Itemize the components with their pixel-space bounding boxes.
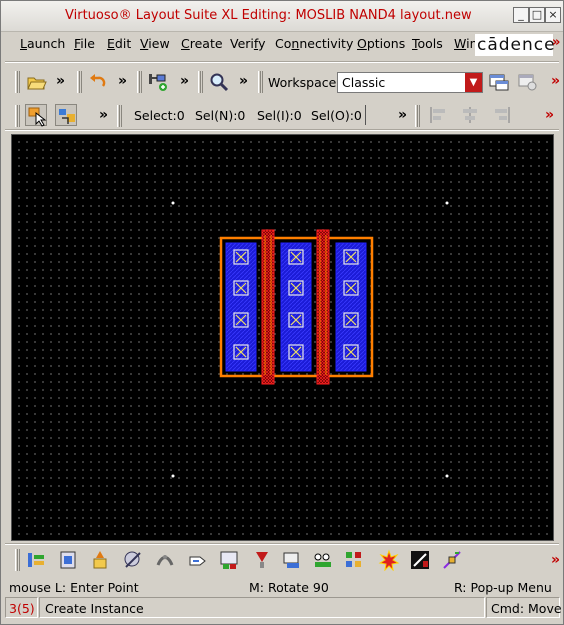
toolbar-grip[interactable]	[15, 71, 20, 93]
create-pin-icon[interactable]	[147, 71, 169, 93]
toolbar-grip[interactable]	[117, 105, 122, 127]
marker-dot	[171, 474, 175, 478]
menu-launch[interactable]: Launch	[20, 36, 65, 51]
menu-view[interactable]: View	[140, 36, 170, 51]
toolbar-grip[interactable]	[15, 105, 20, 127]
toolbar-grip[interactable]	[258, 71, 263, 93]
marker-dot	[171, 201, 175, 205]
mouse-middle-hint: M: Rotate 90	[249, 580, 329, 595]
create-label-icon[interactable]	[187, 549, 209, 571]
toolbar-grip[interactable]	[198, 71, 203, 93]
toolbar-overflow-icon[interactable]: »	[180, 73, 189, 89]
select-filter-icon[interactable]	[55, 104, 77, 126]
workspace-label: Workspace:	[268, 75, 341, 90]
toolbar-grip[interactable]	[15, 549, 20, 571]
mouse-status-bar: mouse L: Enter Point M: Rotate 90 R: Pop…	[5, 578, 559, 596]
current-command: Create Instance	[45, 601, 144, 616]
sel-o-count: Sel(O):0	[311, 108, 362, 123]
create-via-icon[interactable]	[57, 549, 79, 571]
create-polygon-icon[interactable]	[251, 549, 273, 571]
poly-gate[interactable]	[261, 229, 275, 385]
create-path-icon[interactable]	[122, 549, 144, 571]
workspace-save-icon[interactable]	[488, 71, 510, 93]
history-count: 3(5)	[9, 601, 35, 616]
command-status-bar: 3(5) Create Instance Cmd: Move	[1, 597, 563, 619]
toolbar-overflow-icon[interactable]: »	[551, 73, 560, 89]
separator	[365, 105, 366, 125]
cmd-cell: Cmd: Move	[486, 597, 562, 618]
workspace-value: Classic	[342, 75, 386, 90]
sel-n-count: Sel(N):0	[195, 108, 246, 123]
toolbar-grip[interactable]	[137, 71, 142, 93]
menu-verify[interactable]: Verify	[230, 36, 265, 51]
select-count: Select:0	[134, 108, 185, 123]
undo-icon[interactable]	[87, 71, 109, 93]
chevron-down-icon[interactable]: ▼	[465, 73, 482, 92]
menu-overflow-chevron-icon[interactable]: »	[552, 35, 560, 50]
mark-error-icon[interactable]	[378, 549, 400, 572]
menu-connectivity[interactable]: Connectivity	[275, 36, 353, 51]
cmd-status: Cmd: Move	[491, 601, 562, 616]
select-pointer-icon[interactable]	[25, 104, 47, 127]
toolbar-grip[interactable]	[77, 71, 82, 93]
magnifier-icon[interactable]	[208, 71, 230, 93]
window-title: Virtuoso® Layout Suite XL Editing: MOSLI…	[65, 8, 472, 23]
marker-dot	[445, 474, 449, 478]
probe-icon[interactable]	[441, 549, 463, 571]
command-cell: Create Instance	[39, 597, 485, 618]
title-bar[interactable]: Virtuoso® Layout Suite XL Editing: MOSLI…	[1, 1, 563, 32]
toolbar-overflow-icon[interactable]: »	[239, 73, 248, 89]
menu-options[interactable]: Options	[357, 36, 405, 51]
menu-file[interactable]: File	[74, 36, 95, 51]
create-instance-icon[interactable]	[25, 549, 47, 571]
marker-dot	[445, 201, 449, 205]
menu-create[interactable]: Create	[181, 36, 223, 51]
toolbar-overflow-icon[interactable]: »	[545, 107, 554, 123]
create-pin-icon[interactable]	[89, 549, 111, 571]
separator	[5, 61, 559, 63]
toolbar-overflow-icon[interactable]: »	[118, 73, 127, 89]
create-wire-icon[interactable]	[154, 549, 176, 571]
create-rectangle-icon[interactable]	[218, 549, 240, 571]
close-button[interactable]: ×	[545, 7, 561, 23]
menu-window[interactable]: Win	[454, 36, 478, 51]
workspace-select[interactable]: Classic ▼	[337, 72, 483, 93]
create-contact-icon[interactable]	[343, 549, 365, 571]
menu-edit[interactable]: Edit	[107, 36, 131, 51]
virtuoso-window: Virtuoso® Layout Suite XL Editing: MOSLI…	[0, 0, 564, 625]
toolbar-overflow-icon[interactable]: »	[398, 107, 407, 123]
mouse-right-hint: R: Pop-up Menu	[454, 580, 552, 595]
mouse-left-hint: mouse L: Enter Point	[9, 580, 139, 595]
separator	[5, 543, 559, 545]
create-guard-ring-icon[interactable]	[312, 549, 334, 571]
layout-canvas[interactable]	[11, 134, 554, 541]
toolbar-overflow-icon[interactable]: »	[99, 107, 108, 123]
toolbar-grip[interactable]	[415, 105, 420, 127]
create-ruler-icon[interactable]	[281, 549, 303, 571]
cadence-logo: cādence	[475, 34, 556, 56]
poly-gate[interactable]	[316, 229, 330, 385]
history-count-cell: 3(5)	[5, 597, 38, 618]
align-center-icon[interactable]	[459, 104, 481, 126]
folder-open-icon[interactable]	[25, 71, 47, 93]
toolbar-overflow-icon[interactable]: »	[551, 552, 560, 568]
minimize-button[interactable]: _	[513, 7, 529, 23]
align-right-icon[interactable]	[491, 104, 513, 126]
menu-tools[interactable]: Tools	[412, 36, 443, 51]
separator	[5, 129, 559, 131]
toolbar-overflow-icon[interactable]: »	[56, 73, 65, 89]
layout-drawing	[171, 201, 449, 478]
maximize-button[interactable]: □	[529, 7, 545, 23]
layout-markers-icon[interactable]	[409, 549, 431, 571]
sel-i-count: Sel(I):0	[257, 108, 302, 123]
workspace-load-icon[interactable]	[517, 71, 539, 93]
align-left-icon[interactable]	[427, 104, 449, 126]
